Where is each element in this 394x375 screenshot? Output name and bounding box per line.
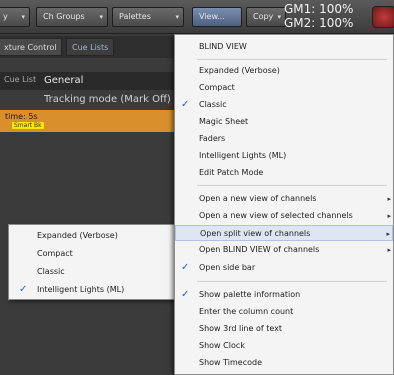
submenu-item-label: Classic (37, 267, 65, 276)
menu-item-show-3rd-line[interactable]: Show 3rd line of text (175, 321, 393, 337)
menu-separator (197, 185, 387, 186)
chevron-down-icon: ▾ (99, 13, 103, 21)
menu-item-label: Show Clock (199, 341, 245, 350)
submenu-item-label: Expanded (Verbose) (37, 231, 118, 240)
tab-fixture-label: xture Control (4, 43, 57, 52)
tab-bar: xture Control Cue Lists (0, 36, 180, 58)
copy-label: Copy (253, 12, 274, 21)
check-icon: ✓ (181, 99, 190, 110)
menu-item-label: Show 3rd line of text (199, 324, 283, 333)
copy-button[interactable]: Copy ▾ (246, 7, 286, 27)
menu-item-open-split-view[interactable]: Open split view of channels ▸ (175, 225, 393, 241)
menu-item-show-timecode[interactable]: Show Timecode (175, 355, 393, 371)
cue-list-label: Cue List (4, 75, 37, 84)
toolbar-y-button[interactable]: y ▾ (0, 7, 30, 27)
menu-item-label: Enter the column count (199, 307, 294, 316)
menu-item-label: Edit Patch Mode (199, 168, 264, 177)
menu-item-label: Expanded (Verbose) (199, 66, 280, 75)
view-dropdown-menu: BLIND VIEW Expanded (Verbose) Compact ✓ … (174, 34, 394, 375)
cue-tag-badge: Smart Bk (12, 122, 44, 129)
check-icon: ✓ (181, 289, 190, 300)
tab-cue-lists-label: Cue Lists (72, 43, 109, 52)
chevron-down-icon: ▾ (277, 13, 281, 21)
menu-item-label: Show palette information (199, 290, 301, 299)
menu-item-open-blind-view[interactable]: Open BLIND VIEW of channels ▸ (175, 242, 393, 258)
menu-item-label: Open side bar (199, 263, 256, 272)
menu-item-show-palette-info[interactable]: ✓ Show palette information (175, 287, 393, 303)
menu-item-intelligent-lights[interactable]: Intelligent Lights (ML) (175, 148, 393, 164)
menu-item-label: Compact (199, 83, 235, 92)
chevron-right-icon: ▸ (386, 230, 390, 238)
ch-groups-button[interactable]: Ch Groups ▾ (36, 7, 108, 27)
menu-item-compact[interactable]: Compact (175, 80, 393, 96)
cue-list-selector[interactable]: Cue List General (0, 72, 180, 90)
menu-item-column-count[interactable]: Enter the column count (175, 304, 393, 320)
chevron-down-icon: ▾ (175, 13, 179, 21)
menu-item-label: Magic Sheet (199, 117, 249, 126)
cue-list-value: General (44, 75, 84, 86)
menu-item-label: Show Timecode (199, 358, 262, 367)
submenu-item-compact[interactable]: Compact (9, 245, 179, 263)
submenu-item-classic[interactable]: Classic (9, 263, 179, 281)
menu-item-open-new-view-selected[interactable]: Open a new view of selected channels ▸ (175, 208, 393, 224)
menu-item-label: BLIND VIEW (199, 42, 247, 51)
tab-fixture-control[interactable]: xture Control (0, 38, 63, 56)
menu-item-show-clock[interactable]: Show Clock (175, 338, 393, 354)
submenu-item-expanded[interactable]: Expanded (Verbose) (9, 227, 179, 245)
check-icon: ✓ (181, 262, 190, 273)
chevron-right-icon: ▸ (387, 195, 391, 203)
chevron-right-icon: ▸ (387, 212, 391, 220)
menu-item-label: Classic (199, 100, 227, 109)
menu-item-expanded-verbose[interactable]: Expanded (Verbose) (175, 63, 393, 79)
tracking-mode: Tracking mode (Mark Off) (44, 94, 171, 105)
toolbar: y ▾ Ch Groups ▾ Palettes ▾ View... Copy … (0, 0, 394, 34)
menu-item-label: Open a new view of selected channels (199, 211, 353, 220)
record-button[interactable] (372, 6, 394, 28)
menu-item-classic[interactable]: ✓ Classic (175, 97, 393, 113)
menu-item-faders[interactable]: Faders (175, 131, 393, 147)
palettes-button[interactable]: Palettes ▾ (112, 7, 184, 27)
menu-item-label: Open a new view of channels (199, 194, 317, 203)
submenu-item-intelligent-lights[interactable]: ✓ Intelligent Lights (ML) (9, 281, 179, 299)
view-button[interactable]: View... (192, 7, 242, 27)
chevron-right-icon: ▸ (387, 246, 391, 254)
menu-item-edit-patch-mode[interactable]: Edit Patch Mode (175, 165, 393, 181)
menu-item-label: Intelligent Lights (ML) (199, 151, 287, 160)
menu-item-label: Open BLIND VIEW of channels (199, 245, 320, 254)
palettes-label: Palettes (119, 12, 151, 21)
check-icon: ✓ (19, 284, 28, 295)
menu-item-label: Faders (199, 134, 226, 143)
toolbar-y-label: y (3, 12, 8, 21)
menu-item-magic-sheet[interactable]: Magic Sheet (175, 114, 393, 130)
cue-time: time: 5s (5, 112, 38, 121)
menu-item-open-side-bar[interactable]: ✓ Open side bar (175, 260, 393, 276)
view-label: View... (199, 12, 225, 21)
submenu-item-label: Compact (37, 249, 73, 258)
chevron-down-icon: ▾ (21, 13, 25, 21)
cue-row-active[interactable]: time: 5s Smart Bk (0, 110, 180, 132)
menu-separator (197, 59, 387, 60)
grand-master-readout: GM1: 100% GM2: 100% (284, 2, 368, 32)
gm1-value: GM1: 100% (284, 2, 354, 16)
ch-groups-label: Ch Groups (43, 12, 85, 21)
gm2-value: GM2: 100% (284, 16, 354, 30)
menu-item-open-new-view[interactable]: Open a new view of channels ▸ (175, 191, 393, 207)
tab-cue-lists[interactable]: Cue Lists (66, 38, 115, 56)
left-panel: xture Control Cue Lists Cue List General… (0, 34, 180, 375)
submenu-item-label: Intelligent Lights (ML) (37, 285, 125, 294)
split-view-submenu: Expanded (Verbose) Compact Classic ✓ Int… (8, 224, 180, 300)
menu-item-label: Open split view of channels (200, 229, 311, 238)
menu-separator (197, 281, 387, 282)
menu-item-blind-view[interactable]: BLIND VIEW (175, 39, 393, 55)
